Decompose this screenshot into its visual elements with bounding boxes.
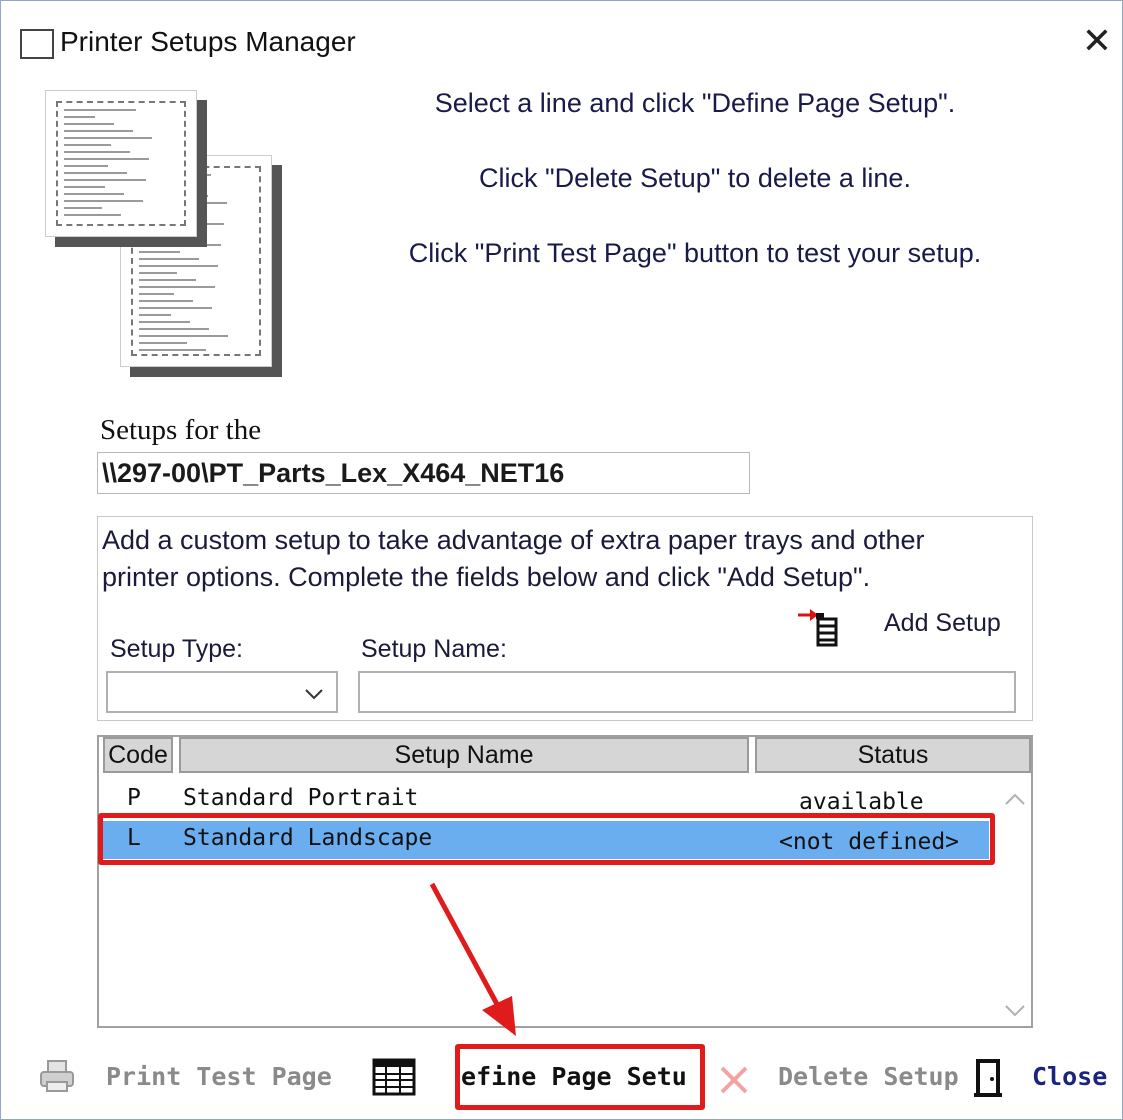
add-setup-description-2: printer options. Complete the fields bel… [102, 562, 871, 592]
add-setup-description-1: Add a custom setup to take advantage of … [102, 525, 925, 555]
close-button[interactable]: Close [1032, 1062, 1107, 1091]
setup-type-label: Setup Type: [110, 635, 243, 663]
dropdown-chevron-icon [305, 689, 323, 700]
window-icon [20, 29, 54, 59]
scroll-down-icon[interactable] [1003, 1003, 1027, 1019]
setup-name-input[interactable] [358, 671, 1016, 713]
scroll-up-icon[interactable] [1003, 791, 1027, 807]
row-setup-name: Standard Portrait [183, 785, 419, 811]
add-setup-button[interactable]: Add Setup [884, 609, 1001, 638]
define-page-setup-button[interactable]: Define Page Setu [455, 1044, 705, 1110]
row-status: available [799, 789, 924, 815]
delete-x-icon[interactable] [716, 1062, 752, 1098]
delete-setup-button[interactable]: Delete Setup [778, 1062, 959, 1091]
pages-illustration [40, 85, 300, 385]
column-header-status[interactable]: Status [755, 737, 1031, 773]
setups-grid: Code Setup Name Status P Standard Portra… [97, 735, 1033, 1028]
selected-row-highlight [98, 813, 995, 865]
instruction-line-1: Select a line and click "Define Page Set… [434, 88, 956, 118]
add-setup-icon[interactable] [798, 607, 842, 647]
printer-name-field: \\297-00\PT_Parts_Lex_X464_NET16 [97, 452, 750, 494]
setup-type-select[interactable] [106, 671, 338, 713]
window-title: Printer Setups Manager [60, 26, 356, 57]
door-icon[interactable] [972, 1058, 1004, 1098]
instruction-line-3: Click "Print Test Page" button to test y… [408, 238, 982, 268]
define-page-setup-label: Define Page Setu [455, 1062, 687, 1091]
column-header-setup-name[interactable]: Setup Name [179, 737, 749, 773]
instruction-line-2: Click "Delete Setup" to delete a line. [479, 163, 911, 193]
row-code: P [127, 785, 141, 811]
close-icon[interactable]: ✕ [1078, 22, 1116, 60]
grid-icon [372, 1058, 416, 1096]
setup-name-label: Setup Name: [361, 635, 507, 663]
column-header-code[interactable]: Code [103, 737, 173, 773]
setups-for-label: Setups for the [100, 414, 262, 446]
add-setup-group: Add a custom setup to take advantage of … [97, 516, 1033, 721]
arrow-annotation [429, 882, 516, 1036]
printer-icon[interactable] [38, 1058, 78, 1094]
print-test-page-button[interactable]: Print Test Page [106, 1062, 332, 1091]
